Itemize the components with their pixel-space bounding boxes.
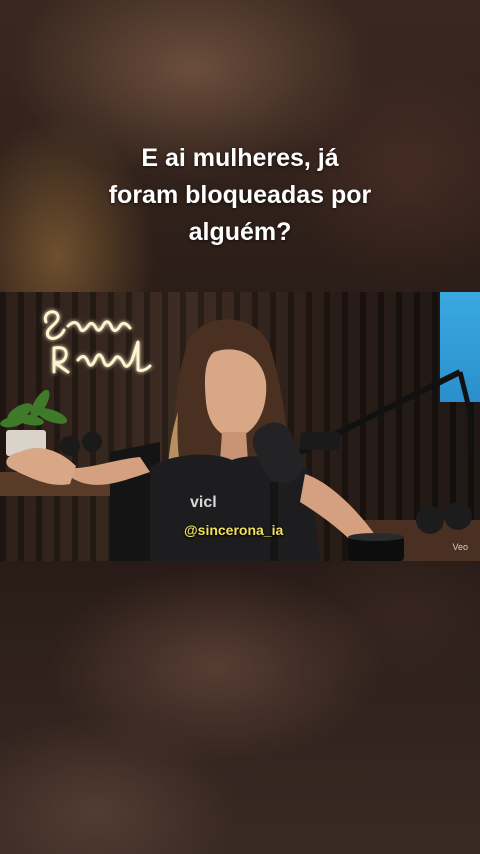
veo-label: Veo bbox=[452, 542, 468, 552]
caption-line-3: alguém? bbox=[188, 218, 292, 246]
podcast-scene: vicl bbox=[6, 319, 473, 561]
svg-text:vicl: vicl bbox=[190, 494, 217, 511]
reel-screen: E ai mulheres, já foram bloqueadas por a… bbox=[0, 0, 480, 854]
watermark-handle: @sincerona_ia bbox=[184, 522, 284, 538]
caption-line-1: E ai mulheres, já bbox=[141, 144, 339, 172]
caption-line-2: foram bloqueadas por bbox=[108, 181, 372, 209]
caption-text: E ai mulheres, já foram bloqueadas por a… bbox=[60, 140, 420, 251]
video-frame[interactable]: vicl @sincerona_ia Veo bbox=[0, 292, 480, 561]
